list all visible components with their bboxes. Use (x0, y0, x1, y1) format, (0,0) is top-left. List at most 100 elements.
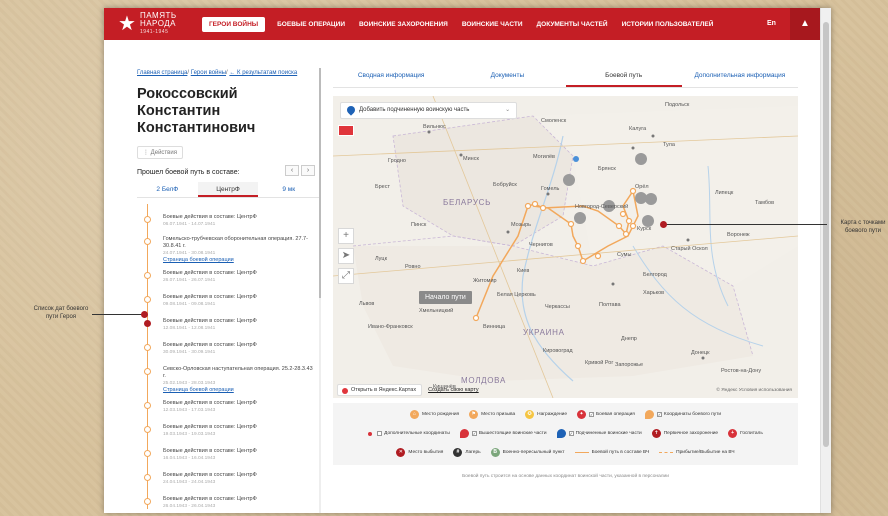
legend-item: ✝ Первичное захоронение (651, 429, 718, 438)
timeline-dot (144, 344, 151, 351)
path-point[interactable] (567, 220, 575, 228)
legend-label: Госпиталь (740, 431, 763, 436)
zoom-in-button[interactable]: + (338, 228, 354, 244)
legend-item[interactable]: ✓ Вышестоящие воинские части (459, 429, 547, 438)
nav-burials[interactable]: ВОИНСКИЕ ЗАХОРОНЕНИЯ (359, 21, 448, 28)
legend-item: Прибытие/Выбытие на ВЧ (659, 450, 735, 455)
fullscreen-icon[interactable]: ⤢ (338, 268, 354, 284)
actions-button[interactable]: ⋮ Действия (137, 146, 183, 159)
path-point[interactable] (625, 217, 633, 225)
home-icon: ⌂ (409, 410, 419, 419)
unit-tab-2belf[interactable]: 2 БелФ (137, 182, 198, 197)
nav-unit-documents[interactable]: ДОКУМЕНТЫ ЧАСТЕЙ (537, 21, 608, 28)
timeline-item-date: 16.04.1943 - 16.04.1943 (163, 456, 216, 461)
nav-heroes[interactable]: ГЕРОИ ВОЙНЫ (202, 16, 266, 32)
map-label-ukraine: УКРАИНА (523, 328, 565, 337)
medal-icon: ✪ (525, 410, 535, 419)
legend-checkbox[interactable]: ✓ (568, 431, 574, 436)
annotation-line (92, 314, 145, 315)
legend-checkbox[interactable]: ✓ (656, 412, 662, 417)
legend-checkbox[interactable]: ✓ (589, 412, 595, 417)
timeline-line (147, 204, 148, 509)
language-switch[interactable]: En (767, 20, 776, 27)
subordinate-unit-marker[interactable] (573, 156, 579, 162)
battle-path-map[interactable]: Добавить подчиненную воинскую часть ⌄ + … (333, 96, 798, 398)
map-label-city: Донецк (691, 350, 710, 356)
unit-tab-centrf[interactable]: ЦентрФ (197, 182, 259, 197)
nav-user-stories[interactable]: ИСТОРИИ ПОЛЬЗОВАТЕЛЕЙ (622, 21, 714, 28)
breadcrumb-home[interactable]: Главная страница (137, 70, 187, 76)
page-scrollbar-thumb[interactable] (823, 22, 829, 447)
legend-row: Дополнительные координаты ✓ Вышестоящие … (333, 429, 798, 438)
tab-additional-info[interactable]: Дополнительная информация (682, 64, 798, 87)
nav-operations[interactable]: БОЕВЫЕ ОПЕРАЦИИ (277, 21, 345, 28)
timeline-item-date: 24.04.1943 - 24.04.1943 (163, 480, 216, 485)
locate-icon[interactable]: ➤ (338, 248, 354, 264)
legend-checkbox[interactable] (377, 431, 383, 436)
path-point[interactable] (594, 252, 602, 260)
legend-item[interactable]: Дополнительные координаты (368, 431, 450, 436)
legend-checkbox[interactable]: ✓ (471, 431, 477, 436)
legend-label: Лагерь (465, 450, 481, 455)
tab-battle-path[interactable]: Боевой путь (565, 64, 682, 87)
hero-name: Рокоссовский Константин Константинович (137, 86, 256, 136)
map-copyright[interactable]: © Яндекс Условия использования (716, 388, 792, 393)
path-point[interactable] (579, 257, 587, 265)
operation-marker[interactable] (645, 193, 657, 205)
site-logo[interactable]: ★ ПАМЯТЬ НАРОДА 1941-1945 (118, 12, 198, 36)
timeline-dot (144, 426, 151, 433)
battle-path-heading-text: Прошел боевой путь в составе: (137, 168, 240, 176)
path-point[interactable] (472, 314, 480, 322)
operation-page-link[interactable]: Страница боевой операции (163, 257, 234, 263)
create-map-link[interactable]: Создать свою карту (428, 387, 479, 393)
map-label-city: Харьков (643, 290, 665, 296)
legend-item[interactable]: ✓ Координаты боевого пути (644, 410, 721, 419)
map-label-city: Днепр (621, 336, 637, 342)
map-label-city: Чернигов (529, 242, 553, 248)
map-label-city: Ровно (405, 264, 421, 270)
breadcrumb-heroes[interactable]: Герои войны (191, 70, 226, 76)
timeline-scrollbar-thumb[interactable] (319, 68, 321, 298)
operation-page-link[interactable]: Страница боевой операции (163, 387, 234, 393)
map-label-city: Сумы (617, 252, 632, 258)
path-point[interactable] (629, 222, 637, 230)
operation-marker[interactable] (635, 153, 647, 165)
path-point[interactable] (615, 222, 623, 230)
open-in-yandex-button[interactable]: Открыть в Яндекс.Картах (337, 384, 423, 396)
operation-marker[interactable] (574, 212, 586, 224)
legend-item[interactable]: ✓ Подчиненные воинские части (556, 429, 642, 438)
map-label-city: Мозырь (511, 222, 532, 228)
tab-documents[interactable]: Документы (449, 64, 565, 87)
map-footer: Открыть в Яндекс.Картах Создать свою кар… (333, 382, 798, 398)
annotation-map: Карта с точками боевого пути (840, 220, 886, 234)
pin-icon (556, 429, 566, 438)
path-point[interactable] (539, 204, 547, 212)
operation-marker[interactable] (563, 174, 575, 186)
breadcrumb-back-to-results[interactable]: ← К результатам поиска (229, 70, 297, 76)
close-icon: ✕ (396, 448, 406, 457)
legend-item[interactable]: ✦ ✓ Боевая операция (577, 410, 635, 419)
nav-units[interactable]: ВОИНСКИЕ ЧАСТИ (462, 21, 523, 28)
path-point[interactable] (524, 202, 532, 210)
unit-tab-9mk[interactable]: 9 мк (258, 182, 319, 197)
path-point[interactable] (619, 210, 627, 218)
path-point[interactable] (622, 230, 630, 238)
path-point[interactable] (574, 242, 582, 250)
timeline-item-title: Боевые действия в составе: ЦентрФ (163, 400, 257, 406)
path-point[interactable] (531, 200, 539, 208)
traffic-layer-icon[interactable] (338, 125, 354, 136)
timeline-item-title: Боевые действия в составе: ЦентрФ (163, 294, 257, 300)
page-scrollbar[interactable] (820, 8, 831, 513)
map-label-city: Ивано-Франковск (368, 324, 413, 330)
map-label-city: Калуга (629, 126, 647, 132)
logo-line2: НАРОДА (139, 19, 177, 28)
map-label-city: Новгород-Северский (575, 204, 629, 210)
units-next-button[interactable]: › (301, 165, 315, 176)
user-button[interactable]: ▲ (790, 8, 820, 40)
map-label-city: Минск (463, 156, 479, 162)
map-label-city: Черкассы (545, 304, 570, 310)
units-prev-button[interactable]: ‹ (285, 165, 299, 176)
tab-summary[interactable]: Сводная информация (333, 64, 449, 87)
map-label-city: Кривой Рог (585, 360, 614, 366)
add-subordinate-unit-dropdown[interactable]: Добавить подчиненную воинскую часть ⌄ (340, 102, 518, 119)
